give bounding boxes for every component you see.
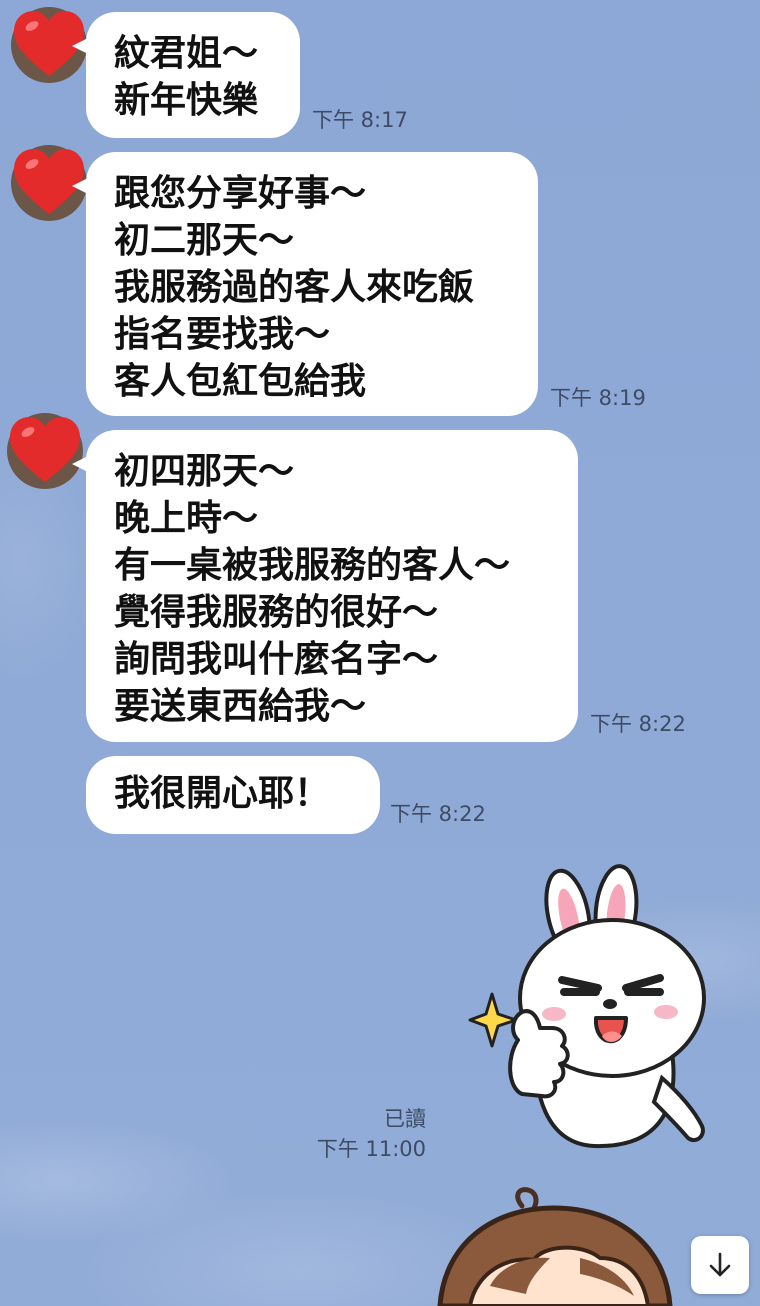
character-avatar-partial: [430, 1186, 680, 1306]
message-line: 指名要找我～: [114, 314, 331, 355]
message-timestamp: 下午 8:19: [550, 386, 646, 410]
bubble-tail: [72, 454, 92, 474]
message-bubble[interactable]: 跟您分享好事～ 初二那天～ 我服務過的客人來吃飯 指名要找我～ 客人包紅包給我: [72, 152, 538, 416]
message-line: 要送東西給我～: [114, 686, 367, 727]
message-line: 我服務過的客人來吃飯: [114, 267, 475, 308]
message-bubble[interactable]: 初四那天～ 晚上時～ 有一桌被我服務的客人～ 覺得我服務的很好～ 詢問我叫什麼名…: [72, 430, 578, 742]
bubble-tail: [72, 176, 92, 196]
heart-avatar-icon[interactable]: [6, 412, 84, 490]
read-receipt: 已讀 下午 11:00: [300, 1104, 426, 1164]
message-line: 覺得我服務的很好～: [114, 592, 439, 633]
bubble-tail: [72, 36, 92, 56]
message-line: 晚上時～: [114, 498, 259, 539]
arrow-down-icon: [709, 1252, 731, 1277]
message-timestamp: 下午 8:22: [590, 712, 686, 736]
message-bubble[interactable]: 我很開心耶！: [86, 756, 380, 834]
message-line: 新年快樂: [114, 80, 259, 121]
reply-timestamp: 下午 11:00: [316, 1137, 426, 1161]
message-line: 紋君姐～: [114, 33, 259, 74]
message-bubble[interactable]: 紋君姐～ 新年快樂: [72, 12, 300, 138]
message-line: 客人包紅包給我: [114, 361, 367, 402]
message-timestamp: 下午 8:17: [312, 108, 408, 132]
message-line: 有一桌被我服務的客人～: [114, 545, 511, 586]
bunny-thumbs-up-sticker[interactable]: [466, 862, 720, 1154]
message-line: 初四那天～: [114, 451, 295, 492]
message-timestamp: 下午 8:22: [390, 802, 486, 826]
message-line: 我很開心耶！: [114, 773, 331, 814]
message-line: 初二那天～: [114, 220, 295, 261]
message-line: 跟您分享好事～: [114, 173, 367, 214]
message-line: 詢問我叫什麼名字～: [114, 639, 439, 680]
read-label: 已讀: [384, 1107, 426, 1131]
scroll-to-bottom-button[interactable]: [691, 1236, 749, 1294]
